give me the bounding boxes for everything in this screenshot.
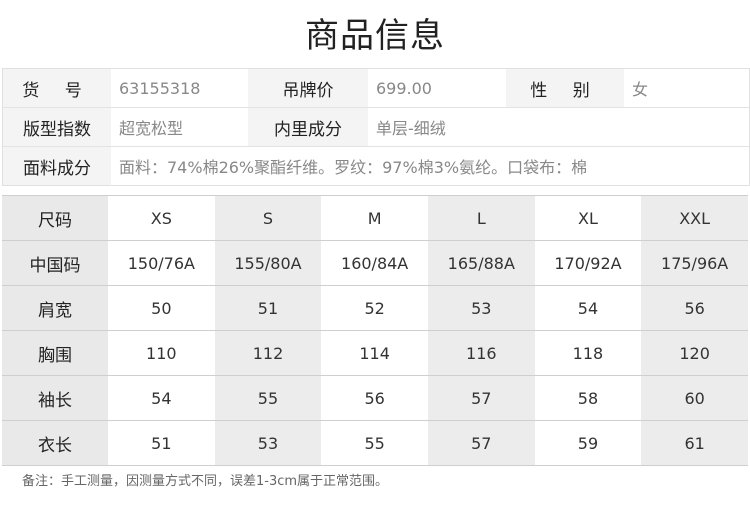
size-table-row: 肩宽 50 51 52 53 54 56 [2,285,748,331]
size-value-cell: 55 [214,375,322,421]
size-value-cell: 116 [427,330,535,376]
size-value-cell: 50 [108,285,215,331]
size-header-cell: XL [534,195,642,241]
size-table-row: 中国码 150/76A 155/80A 160/84A 165/88A 170/92A 17… [2,240,748,286]
size-value-cell: 60 [641,375,748,421]
size-value-cell: 155/80A [214,240,322,286]
info-row-1: 货 号 63155318 吊牌价 699.00 性 别 女 [3,69,749,107]
size-value-cell: 110 [108,330,215,376]
fit-value: 超宽松型 [111,108,248,146]
size-value-cell: 56 [321,375,428,421]
size-value-cell: 170/92A [534,240,642,286]
gender-label: 性 别 [506,69,624,107]
measurement-note: 备注：手工测量，因测量方式不同，误差1-3cm属于正常范围。 [22,474,389,489]
lining-label: 内里成分 [248,108,368,146]
size-value-cell: 51 [108,420,215,466]
size-value-cell: 57 [427,375,535,421]
size-header-cell: XS [108,195,215,241]
product-info-page: 商品信息 货 号 63155318 吊牌价 699.00 性 别 女 版型指数 … [0,0,750,512]
size-value-cell: 118 [534,330,642,376]
size-value-cell: 58 [534,375,642,421]
lining-value: 单层-细绒 [368,108,749,146]
size-value-cell: 54 [108,375,215,421]
size-value-cell: 59 [534,420,642,466]
size-value-cell: 120 [641,330,748,376]
fabric-label: 面料成分 [3,147,111,185]
size-header-cell: S [214,195,322,241]
size-value-cell: 51 [214,285,322,331]
size-value-cell: 175/96A [641,240,748,286]
size-table: 尺码 XS S M L XL XXL 中国码 150/76A 155/80A 160/84A 165/… [2,195,748,466]
size-header-cell: M [321,195,428,241]
item-no-label: 货 号 [3,69,111,107]
size-header-cell: L [427,195,535,241]
size-value-cell: 54 [534,285,642,331]
size-table-row: 袖长 54 55 56 57 58 60 [2,375,748,421]
page-title: 商品信息 [305,16,445,56]
size-value-cell: 112 [214,330,322,376]
size-value-cell: 53 [427,285,535,331]
size-value-cell: 57 [427,420,535,466]
row-label: 袖长 [2,375,108,421]
size-table-row: 衣长 51 53 55 57 59 61 [2,420,748,466]
item-no-value: 63155318 [111,69,248,107]
row-label: 肩宽 [2,285,108,331]
fabric-value: 面料：74%棉26%聚酯纤维。罗纹：97%棉3%氨纶。口袋布：棉 [111,147,749,185]
info-row-2: 版型指数 超宽松型 内里成分 单层-细绒 [3,107,749,146]
size-value-cell: 56 [641,285,748,331]
info-row-3: 面料成分 面料：74%棉26%聚酯纤维。罗纹：97%棉3%氨纶。口袋布：棉 [3,146,749,185]
size-table-row: 胸围 110 112 114 116 118 120 [2,330,748,376]
product-info-block: 货 号 63155318 吊牌价 699.00 性 别 女 版型指数 超宽松型 … [2,68,750,186]
gender-value: 女 [624,69,749,107]
tag-price-label: 吊牌价 [248,69,368,107]
size-value-cell: 55 [321,420,428,466]
size-value-cell: 165/88A [427,240,535,286]
size-header-cell: XXL [641,195,748,241]
row-label: 衣长 [2,420,108,466]
size-value-cell: 150/76A [108,240,215,286]
size-header-label: 尺码 [2,195,108,241]
size-value-cell: 160/84A [321,240,428,286]
size-value-cell: 61 [641,420,748,466]
size-value-cell: 53 [214,420,322,466]
size-header-row: 尺码 XS S M L XL XXL [2,195,748,241]
fit-label: 版型指数 [3,108,111,146]
size-value-cell: 114 [321,330,428,376]
tag-price-value: 699.00 [368,69,506,107]
size-value-cell: 52 [321,285,428,331]
row-label: 中国码 [2,240,108,286]
row-label: 胸围 [2,330,108,376]
